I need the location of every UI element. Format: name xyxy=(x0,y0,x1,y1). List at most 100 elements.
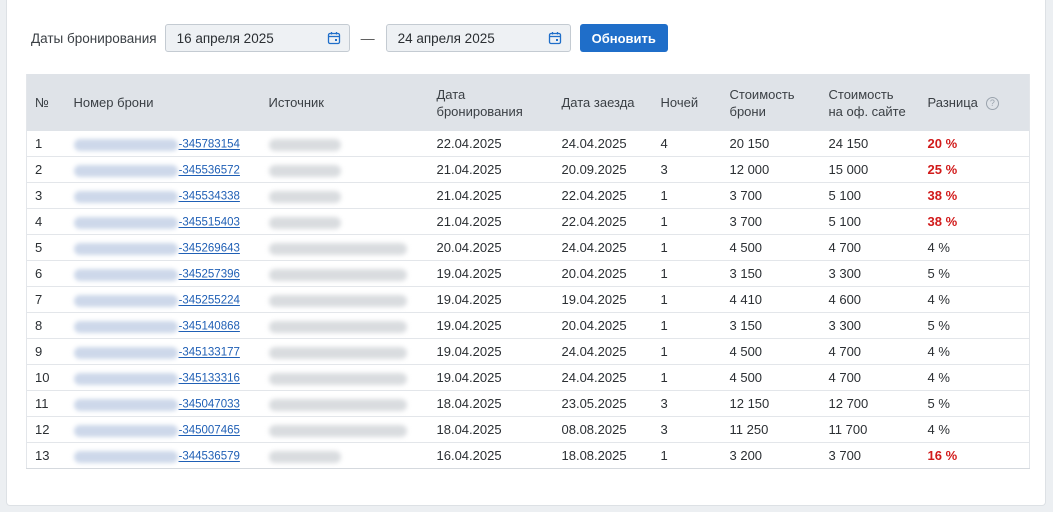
nights-cell: 1 xyxy=(652,260,722,287)
date-filter-bar: Даты бронирования 16 апреля 2025 — 24 ап… xyxy=(31,24,668,52)
difference-cell: 5 % xyxy=(919,390,1030,417)
booking-id-cell: -345515403 xyxy=(65,208,261,235)
source-cell xyxy=(260,312,429,339)
nights-cell: 1 xyxy=(652,182,722,209)
col-difference[interactable]: Разница? xyxy=(919,74,1030,131)
booking-link[interactable]: -344536579 xyxy=(179,451,240,463)
booking-link[interactable]: -345534338 xyxy=(179,191,240,203)
col-source[interactable]: Источник xyxy=(260,74,429,131)
booking-id-cell: -345534338 xyxy=(65,182,261,209)
booking-link[interactable]: -345255224 xyxy=(179,295,240,307)
calendar-icon[interactable] xyxy=(327,31,341,45)
booking-link[interactable]: -345269643 xyxy=(179,243,240,255)
col-site-price-label: Стоимость на оф. сайте xyxy=(828,86,906,119)
date-to-field[interactable]: 24 апреля 2025 xyxy=(385,24,571,52)
table-row: 4 -345515403 21.04.2025 22.04.2025 1 3 700 5 1… xyxy=(26,208,1030,235)
site-price-cell: 5 100 xyxy=(820,182,920,209)
row-number: 7 xyxy=(26,286,66,313)
redacted-text xyxy=(73,190,178,203)
checkin-date-cell: 20.04.2025 xyxy=(553,260,653,287)
booking-link[interactable]: -345515403 xyxy=(179,217,240,229)
booking-date-cell: 19.04.2025 xyxy=(428,364,554,391)
checkin-date-cell: 20.09.2025 xyxy=(553,156,653,183)
col-checkin-date[interactable]: Дата заезда xyxy=(553,74,653,131)
site-price-cell: 12 700 xyxy=(820,390,920,417)
booking-id-cell: -344536579 xyxy=(65,442,261,469)
price-cell: 3 150 xyxy=(721,260,821,287)
nights-cell: 1 xyxy=(652,364,722,391)
row-number: 4 xyxy=(26,208,66,235)
source-cell xyxy=(260,208,429,235)
redacted-text xyxy=(73,372,178,385)
redacted-text xyxy=(73,268,178,281)
redacted-text xyxy=(268,164,341,177)
booking-link[interactable]: -345047033 xyxy=(179,399,240,411)
row-number: 5 xyxy=(26,234,66,261)
col-booking-id[interactable]: Номер брони xyxy=(65,74,261,131)
price-cell: 20 150 xyxy=(721,131,821,157)
row-number: 2 xyxy=(26,156,66,183)
checkin-date-cell: 24.04.2025 xyxy=(553,364,653,391)
source-cell xyxy=(260,234,429,261)
difference-cell: 20 % xyxy=(919,131,1030,157)
row-number: 1 xyxy=(26,131,66,157)
source-cell xyxy=(260,156,429,183)
table-row: 6 -345257396 19.04.2025 20.04.2025 1 3 150 3 3… xyxy=(26,260,1030,287)
redacted-text xyxy=(73,398,178,411)
booking-id-cell: -345133316 xyxy=(65,364,261,391)
redacted-text xyxy=(268,450,341,463)
booking-id-cell: -345783154 xyxy=(65,131,261,157)
booking-link[interactable]: -345783154 xyxy=(179,139,240,151)
col-booking-date[interactable]: Дата бронирования xyxy=(428,74,554,131)
booking-link[interactable]: -345133316 xyxy=(179,373,240,385)
booking-link[interactable]: -345007465 xyxy=(179,425,240,437)
booking-id-cell: -345269643 xyxy=(65,234,261,261)
redacted-text xyxy=(268,320,407,333)
col-price-label: Стоимость брони xyxy=(729,86,795,119)
help-icon[interactable]: ? xyxy=(985,97,999,110)
booking-date-cell: 22.04.2025 xyxy=(428,131,554,157)
nights-cell: 4 xyxy=(652,131,722,157)
booking-link[interactable]: -345257396 xyxy=(179,269,240,281)
source-cell xyxy=(260,416,429,443)
site-price-cell: 4 700 xyxy=(820,338,920,365)
calendar-icon[interactable] xyxy=(548,31,562,45)
price-cell: 12 000 xyxy=(721,156,821,183)
redacted-text xyxy=(268,138,341,151)
price-cell: 11 250 xyxy=(721,416,821,443)
booking-date-cell: 21.04.2025 xyxy=(428,208,554,235)
col-nights[interactable]: Ночей xyxy=(652,74,722,131)
table-row: 7 -345255224 19.04.2025 19.04.2025 1 4 410 4 6… xyxy=(26,286,1030,313)
row-number: 13 xyxy=(26,442,66,469)
redacted-text xyxy=(73,242,178,255)
difference-cell: 4 % xyxy=(919,364,1030,391)
booking-date-cell: 19.04.2025 xyxy=(428,312,554,339)
row-number: 8 xyxy=(26,312,66,339)
checkin-date-cell: 24.04.2025 xyxy=(553,338,653,365)
col-difference-label: Разница xyxy=(927,95,978,110)
booking-link[interactable]: -345133177 xyxy=(179,347,240,359)
difference-cell: 4 % xyxy=(919,416,1030,443)
price-cell: 3 700 xyxy=(721,182,821,209)
bookings-table: № Номер брони Источник Дата бронирования… xyxy=(26,74,1030,469)
col-price[interactable]: Стоимость брони xyxy=(721,74,821,131)
date-from-field[interactable]: 16 апреля 2025 xyxy=(164,24,350,52)
date-range-separator: — xyxy=(360,30,375,46)
filter-label: Даты бронирования xyxy=(31,30,157,46)
source-cell xyxy=(260,338,429,365)
checkin-date-cell: 20.04.2025 xyxy=(553,312,653,339)
site-price-cell: 4 600 xyxy=(820,286,920,313)
table-row: 9 -345133177 19.04.2025 24.04.2025 1 4 500 4 7… xyxy=(26,338,1030,365)
site-price-cell: 24 150 xyxy=(820,131,920,157)
redacted-text xyxy=(73,138,178,151)
redacted-text xyxy=(73,216,178,229)
booking-link[interactable]: -345140868 xyxy=(179,321,240,333)
difference-cell: 38 % xyxy=(919,208,1030,235)
redacted-text xyxy=(268,424,407,437)
col-site-price[interactable]: Стоимость на оф. сайте xyxy=(820,74,920,131)
col-number[interactable]: № xyxy=(26,74,66,131)
booking-id-cell: -345133177 xyxy=(65,338,261,365)
price-cell: 4 500 xyxy=(721,338,821,365)
refresh-button[interactable]: Обновить xyxy=(579,24,668,52)
booking-link[interactable]: -345536572 xyxy=(179,165,240,177)
